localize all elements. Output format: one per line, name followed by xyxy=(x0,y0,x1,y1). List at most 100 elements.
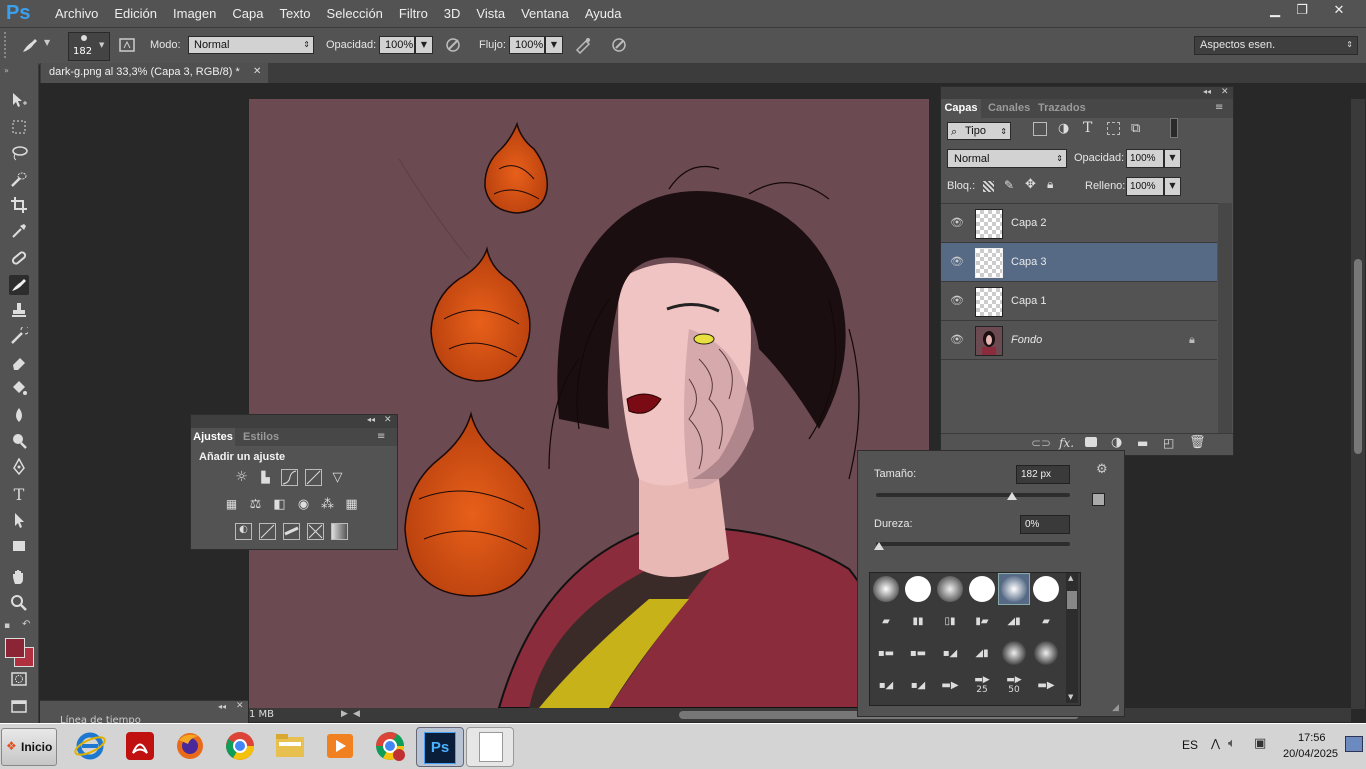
type-tool-icon[interactable]: T xyxy=(9,485,29,505)
filter-adjustment-icon[interactable]: ◑ xyxy=(1058,121,1069,136)
file-explorer-icon[interactable] xyxy=(272,728,308,764)
menu-capa[interactable]: Capa xyxy=(224,6,271,21)
brush-preset-tip[interactable]: ▰ xyxy=(871,606,901,636)
timeline-close-icon[interactable]: ✕ xyxy=(236,701,244,711)
pressure-opacity-icon[interactable] xyxy=(443,36,463,58)
network-icon[interactable]: ▣ xyxy=(1254,736,1266,751)
filter-shape-icon[interactable] xyxy=(1107,122,1120,135)
healing-brush-tool-icon[interactable] xyxy=(9,249,29,269)
menu-ayuda[interactable]: Ayuda xyxy=(577,6,630,21)
eraser-tool-icon[interactable] xyxy=(9,353,29,373)
menu-vista[interactable]: Vista xyxy=(468,6,513,21)
brush-preset-soft-round[interactable] xyxy=(999,638,1029,668)
scroll-up-icon[interactable]: ▲ xyxy=(1068,574,1073,582)
menu-imagen[interactable]: Imagen xyxy=(165,6,224,21)
acrobat-reader-icon[interactable] xyxy=(122,728,158,764)
invert-icon[interactable]: ◐ xyxy=(235,523,252,540)
firefox-icon[interactable] xyxy=(172,728,208,764)
adjustments-close-icon[interactable]: ✕ xyxy=(384,415,392,425)
layer-opacity-dropdown-icon[interactable]: ▼ xyxy=(1164,149,1181,168)
visibility-eye-icon[interactable]: 👁︎ xyxy=(950,255,964,269)
close-button[interactable]: ✕ xyxy=(1328,2,1350,20)
scroll-arrow-right-icon[interactable]: ▶ xyxy=(341,709,348,719)
photoshop-taskbar-button[interactable]: Ps xyxy=(416,727,464,767)
brush-hardness-slider[interactable] xyxy=(874,542,1070,550)
brush-tool-icon[interactable] xyxy=(9,275,29,295)
marquee-tool-icon[interactable] xyxy=(9,118,29,138)
foreground-color-swatch[interactable] xyxy=(5,638,25,658)
flow-dropdown-icon[interactable]: ▼ xyxy=(545,36,563,54)
menu-seleccion[interactable]: Selección xyxy=(319,6,391,21)
clone-stamp-tool-icon[interactable] xyxy=(9,301,29,321)
pressure-size-icon[interactable] xyxy=(609,36,629,58)
layer-style-fx-icon[interactable]: fx. xyxy=(1059,436,1074,450)
menu-archivo[interactable]: Archivo xyxy=(47,6,106,21)
curves-icon[interactable] xyxy=(281,469,298,486)
adjustments-collapse-icon[interactable]: ◂◂ xyxy=(367,415,375,424)
pen-tool-icon[interactable] xyxy=(9,457,29,478)
menu-ventana[interactable]: Ventana xyxy=(513,6,577,21)
brush-hardness-input[interactable]: 0% xyxy=(1020,515,1070,534)
lock-transparent-icon[interactable] xyxy=(983,181,994,192)
adjustments-panel-header[interactable]: ◂◂ ✕ xyxy=(191,415,397,428)
timeline-collapse-icon[interactable]: ◂◂ xyxy=(218,702,226,711)
brush-preset-tip[interactable]: ◢▮ xyxy=(999,606,1029,636)
screen-mode-icon[interactable] xyxy=(9,697,29,717)
internet-explorer-icon[interactable] xyxy=(72,728,108,764)
tools-collapse-icon[interactable]: » xyxy=(4,66,9,75)
vibrance-icon[interactable]: ▽ xyxy=(329,469,346,486)
add-mask-icon[interactable] xyxy=(1085,437,1097,447)
horizontal-scrollbar[interactable]: ▶ ◀ xyxy=(249,708,1351,722)
visibility-eye-icon[interactable]: 👁︎ xyxy=(950,294,964,308)
levels-icon[interactable]: ▙ xyxy=(257,469,274,486)
quick-selection-tool-icon[interactable] xyxy=(9,170,29,190)
tab-ajustes[interactable]: Ajustes xyxy=(191,428,235,446)
layer-row-capa-2[interactable]: 👁︎ Capa 2 xyxy=(941,204,1217,243)
scroll-left-icon[interactable]: ◀ xyxy=(353,709,360,719)
paint-bucket-tool-icon[interactable] xyxy=(9,379,29,399)
move-tool-icon[interactable] xyxy=(9,91,29,111)
layers-close-icon[interactable]: ✕ xyxy=(1221,87,1229,97)
brush-preset-tip[interactable]: ▮▮ xyxy=(903,606,933,636)
menu-edicion[interactable]: Edición xyxy=(106,6,165,21)
clock-time[interactable]: 17:56 xyxy=(1298,732,1326,744)
brush-size-input[interactable]: 182 px xyxy=(1016,465,1070,484)
brush-size-slider-thumb[interactable] xyxy=(1006,492,1017,500)
fill-dropdown-icon[interactable]: ▼ xyxy=(1164,177,1181,196)
hand-tool-icon[interactable] xyxy=(9,568,29,588)
layer-row-fondo[interactable]: 👁︎ Fondo 🔒︎ xyxy=(941,321,1217,360)
selective-color-icon[interactable] xyxy=(307,523,324,540)
brush-preset-tip[interactable]: ▯▮ xyxy=(935,606,965,636)
flow-input[interactable]: 100% xyxy=(509,36,545,54)
new-layer-icon[interactable]: ◰ xyxy=(1163,436,1174,450)
notepad-taskbar-button[interactable] xyxy=(466,727,514,767)
filter-pixel-icon[interactable] xyxy=(1033,122,1047,136)
tool-preset-dropdown-icon[interactable]: ▼ xyxy=(44,38,50,47)
options-bar-grip[interactable] xyxy=(4,32,12,58)
rectangle-tool-icon[interactable] xyxy=(9,537,29,557)
layer-row-capa-3[interactable]: 👁︎ Capa 3 xyxy=(941,243,1217,282)
chrome-profile-icon[interactable] xyxy=(372,728,408,764)
workspace-select[interactable]: Aspectos esen. ⇕ xyxy=(1194,36,1358,55)
brush-hardness-slider-thumb[interactable] xyxy=(874,542,884,550)
tab-capas[interactable]: Capas xyxy=(941,99,981,118)
channel-mixer-icon[interactable]: ⁂ xyxy=(319,496,336,513)
start-button[interactable]: ❖ Inicio xyxy=(1,728,57,766)
menu-3d[interactable]: 3D xyxy=(436,6,469,21)
link-layers-icon[interactable]: ⊂⊃ xyxy=(1031,436,1051,450)
brush-preset-tip[interactable]: ▮▰ xyxy=(967,606,997,636)
tray-expand-icon[interactable]: ⋀ xyxy=(1211,737,1220,750)
posterize-icon[interactable] xyxy=(259,523,276,540)
zoom-tool-icon[interactable] xyxy=(9,594,29,614)
brush-preset-hard-round[interactable] xyxy=(1031,574,1061,604)
airbrush-icon[interactable] xyxy=(573,36,593,58)
visibility-eye-icon[interactable]: 👁︎ xyxy=(950,333,964,347)
color-lookup-icon[interactable]: ▦ xyxy=(343,496,360,513)
tab-estilos[interactable]: Estilos xyxy=(243,431,279,443)
layers-collapse-icon[interactable]: ◂◂ xyxy=(1203,87,1211,96)
brush-preset-tip[interactable]: ▬▶ xyxy=(1031,670,1061,700)
brush-preset-hard-round[interactable] xyxy=(967,574,997,604)
media-player-icon[interactable] xyxy=(322,728,358,764)
black-white-icon[interactable]: ◧ xyxy=(271,496,288,513)
mode-select[interactable]: Normal ⇕ xyxy=(188,36,314,54)
